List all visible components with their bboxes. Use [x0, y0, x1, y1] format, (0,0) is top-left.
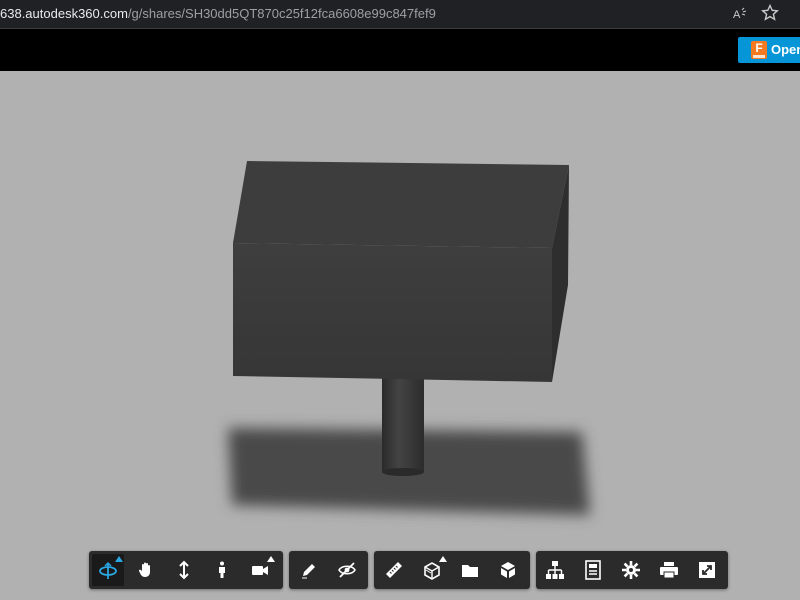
zoom-arrows-icon	[179, 560, 189, 580]
properties-icon	[585, 560, 601, 580]
fusion-logo-icon: F	[751, 41, 767, 59]
cube-icon	[501, 562, 515, 578]
fullscreen-icon	[699, 562, 715, 578]
hierarchy-icon	[546, 561, 564, 579]
markup-toolbar	[289, 551, 368, 589]
measure-tool[interactable]	[378, 554, 410, 586]
settings-toolbar	[536, 551, 728, 589]
fullscreen[interactable]	[691, 554, 723, 586]
model-viewport[interactable]	[0, 71, 800, 600]
camera-icon	[252, 566, 268, 575]
browser-address-bar: 638.autodesk360.com/g/shares/SH30dd5QT87…	[0, 0, 800, 28]
svg-text:A: A	[733, 9, 741, 21]
first-person-tool[interactable]	[206, 554, 238, 586]
pan-tool[interactable]	[130, 554, 162, 586]
navigation-toolbar	[89, 551, 283, 589]
pencil-icon	[302, 564, 315, 579]
model-box-top	[233, 161, 569, 248]
url-host: 638.autodesk360.com	[0, 6, 128, 21]
gear-icon	[622, 561, 640, 579]
model-render[interactable]	[0, 71, 800, 600]
print[interactable]	[653, 554, 685, 586]
eye-slash-icon	[338, 562, 356, 578]
orbit-icon	[99, 561, 117, 579]
properties[interactable]	[577, 554, 609, 586]
person-icon	[219, 561, 225, 578]
camera-tool[interactable]	[244, 554, 276, 586]
settings[interactable]	[615, 554, 647, 586]
markup-tool[interactable]	[293, 554, 325, 586]
model-browser[interactable]	[539, 554, 571, 586]
printer-icon	[660, 562, 678, 579]
section-box-icon	[424, 562, 440, 580]
star-icon[interactable]	[760, 3, 780, 23]
visibility-tool[interactable]	[331, 554, 363, 586]
flyout-indicator	[267, 556, 275, 562]
read-aloud-icon[interactable]: A	[731, 5, 749, 23]
flyout-indicator	[439, 556, 447, 562]
app-header	[0, 29, 800, 71]
hand-icon	[138, 562, 150, 577]
open-button-label[interactable]: Open	[771, 41, 800, 59]
model-box-front	[233, 243, 552, 382]
section-tool[interactable]	[416, 554, 448, 586]
url-path: /g/shares/SH30dd5QT870c25f12fca6608e99c8…	[127, 6, 436, 21]
analysis-toolbar	[374, 551, 530, 589]
folder-icon	[462, 565, 478, 577]
ruler-icon	[386, 562, 402, 578]
model-tool[interactable]	[492, 554, 524, 586]
model-stem	[382, 370, 424, 472]
flyout-indicator	[115, 556, 123, 562]
url-field[interactable]: 638.autodesk360.com/g/shares/SH30dd5QT87…	[0, 6, 436, 22]
orbit-tool[interactable]	[92, 554, 124, 586]
explode-tool[interactable]	[454, 554, 486, 586]
zoom-tool[interactable]	[168, 554, 200, 586]
